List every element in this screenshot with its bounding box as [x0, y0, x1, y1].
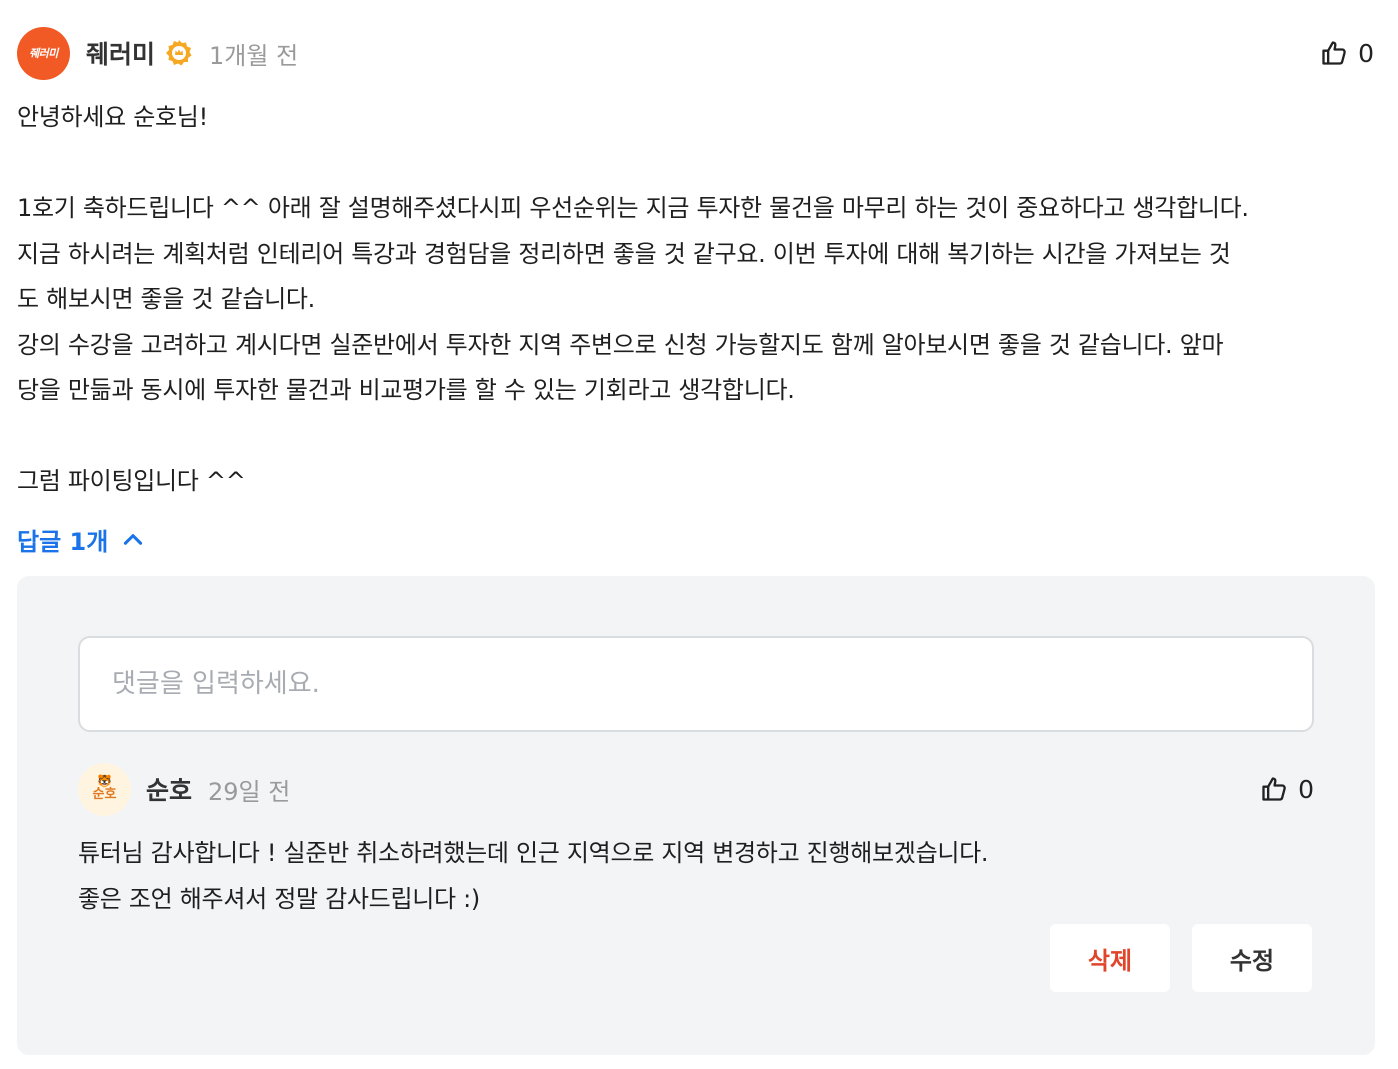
delete-button[interactable]: 삭제	[1050, 924, 1170, 992]
reply-panel: 🐯 순호 순호 29일 전 0 튜터님 감사합니다 ! 실준반 취소하려했는데 …	[17, 576, 1375, 1055]
reply-line: 좋은 조언 해주셔서 정말 감사드립니다 :)	[78, 884, 480, 913]
tiger-icon: 🐯	[97, 774, 112, 788]
like-count: 0	[1358, 38, 1374, 68]
author-name[interactable]: 줴러미	[86, 35, 155, 71]
tutor-badge-icon	[166, 40, 192, 66]
comment-line: 강의 수강을 고려하고 계시다면 실준반에서 투자한 지역 주변으로 신청 가능…	[17, 330, 1224, 359]
reply-input[interactable]	[78, 636, 1314, 732]
thumbs-up-icon	[1322, 41, 1346, 65]
edit-button[interactable]: 수정	[1192, 924, 1312, 992]
reply-line: 튜터님 감사합니다 ! 실준반 취소하려했는데 인근 지역으로 지역 변경하고 …	[78, 839, 989, 867]
comment-line: 그럼 파이팅입니다 ^^	[17, 467, 246, 495]
comment-line: 안녕하세요 순호님!	[17, 103, 208, 131]
reply-body: 튜터님 감사합니다 ! 실준반 취소하려했는데 인근 지역으로 지역 변경하고 …	[78, 831, 989, 922]
reply-author-name[interactable]: 순호	[146, 771, 192, 807]
avatar[interactable]: 줴러미	[17, 26, 70, 80]
avatar[interactable]: 🐯 순호	[78, 762, 131, 816]
like-button[interactable]: 0	[1260, 775, 1314, 804]
like-button[interactable]: 0	[1320, 39, 1374, 68]
comment-line	[17, 414, 1382, 460]
chevron-up-icon	[124, 533, 143, 545]
like-count: 0	[1298, 774, 1314, 804]
comment-time: 1개월 전	[209, 41, 299, 70]
comment-body: 안녕하세요 순호님! 1호기 축하드립니다 ^^ 아래 잘 설명해주셨다시피 우…	[17, 95, 1382, 505]
reply-header: 🐯 순호 순호 29일 전 0	[78, 762, 1314, 816]
comment-line: 1호기 축하드립니다 ^^ 아래 잘 설명해주셨다시피 우선순위는 지금 투자한…	[17, 194, 1249, 222]
comment-line: 지금 하시려는 계획처럼 인테리어 특강과 경험담을 정리하면 좋을 것 같구요…	[17, 239, 1231, 268]
thumbs-up-icon	[1262, 777, 1286, 801]
replies-toggle-label: 답글 1개	[17, 528, 109, 556]
comment-line: 도 해보시면 좋을 것 같습니다.	[17, 285, 316, 313]
comment-line	[17, 141, 1382, 187]
avatar-text: 순호	[92, 787, 117, 802]
comment-line: 당을 만듦과 동시에 투자한 물건과 비교평가를 할 수 있는 기회라고 생각합…	[17, 376, 795, 404]
replies-toggle[interactable]: 답글 1개	[17, 522, 146, 557]
reply-time: 29일 전	[208, 777, 291, 806]
comment-card: 줴러미 줴러미 1개월 전 0 안녕하세요 순호님! 1호기 축하드립니다 ^^…	[0, 0, 1398, 1069]
comment-header: 줴러미 줴러미 1개월 전 0	[17, 26, 1374, 80]
